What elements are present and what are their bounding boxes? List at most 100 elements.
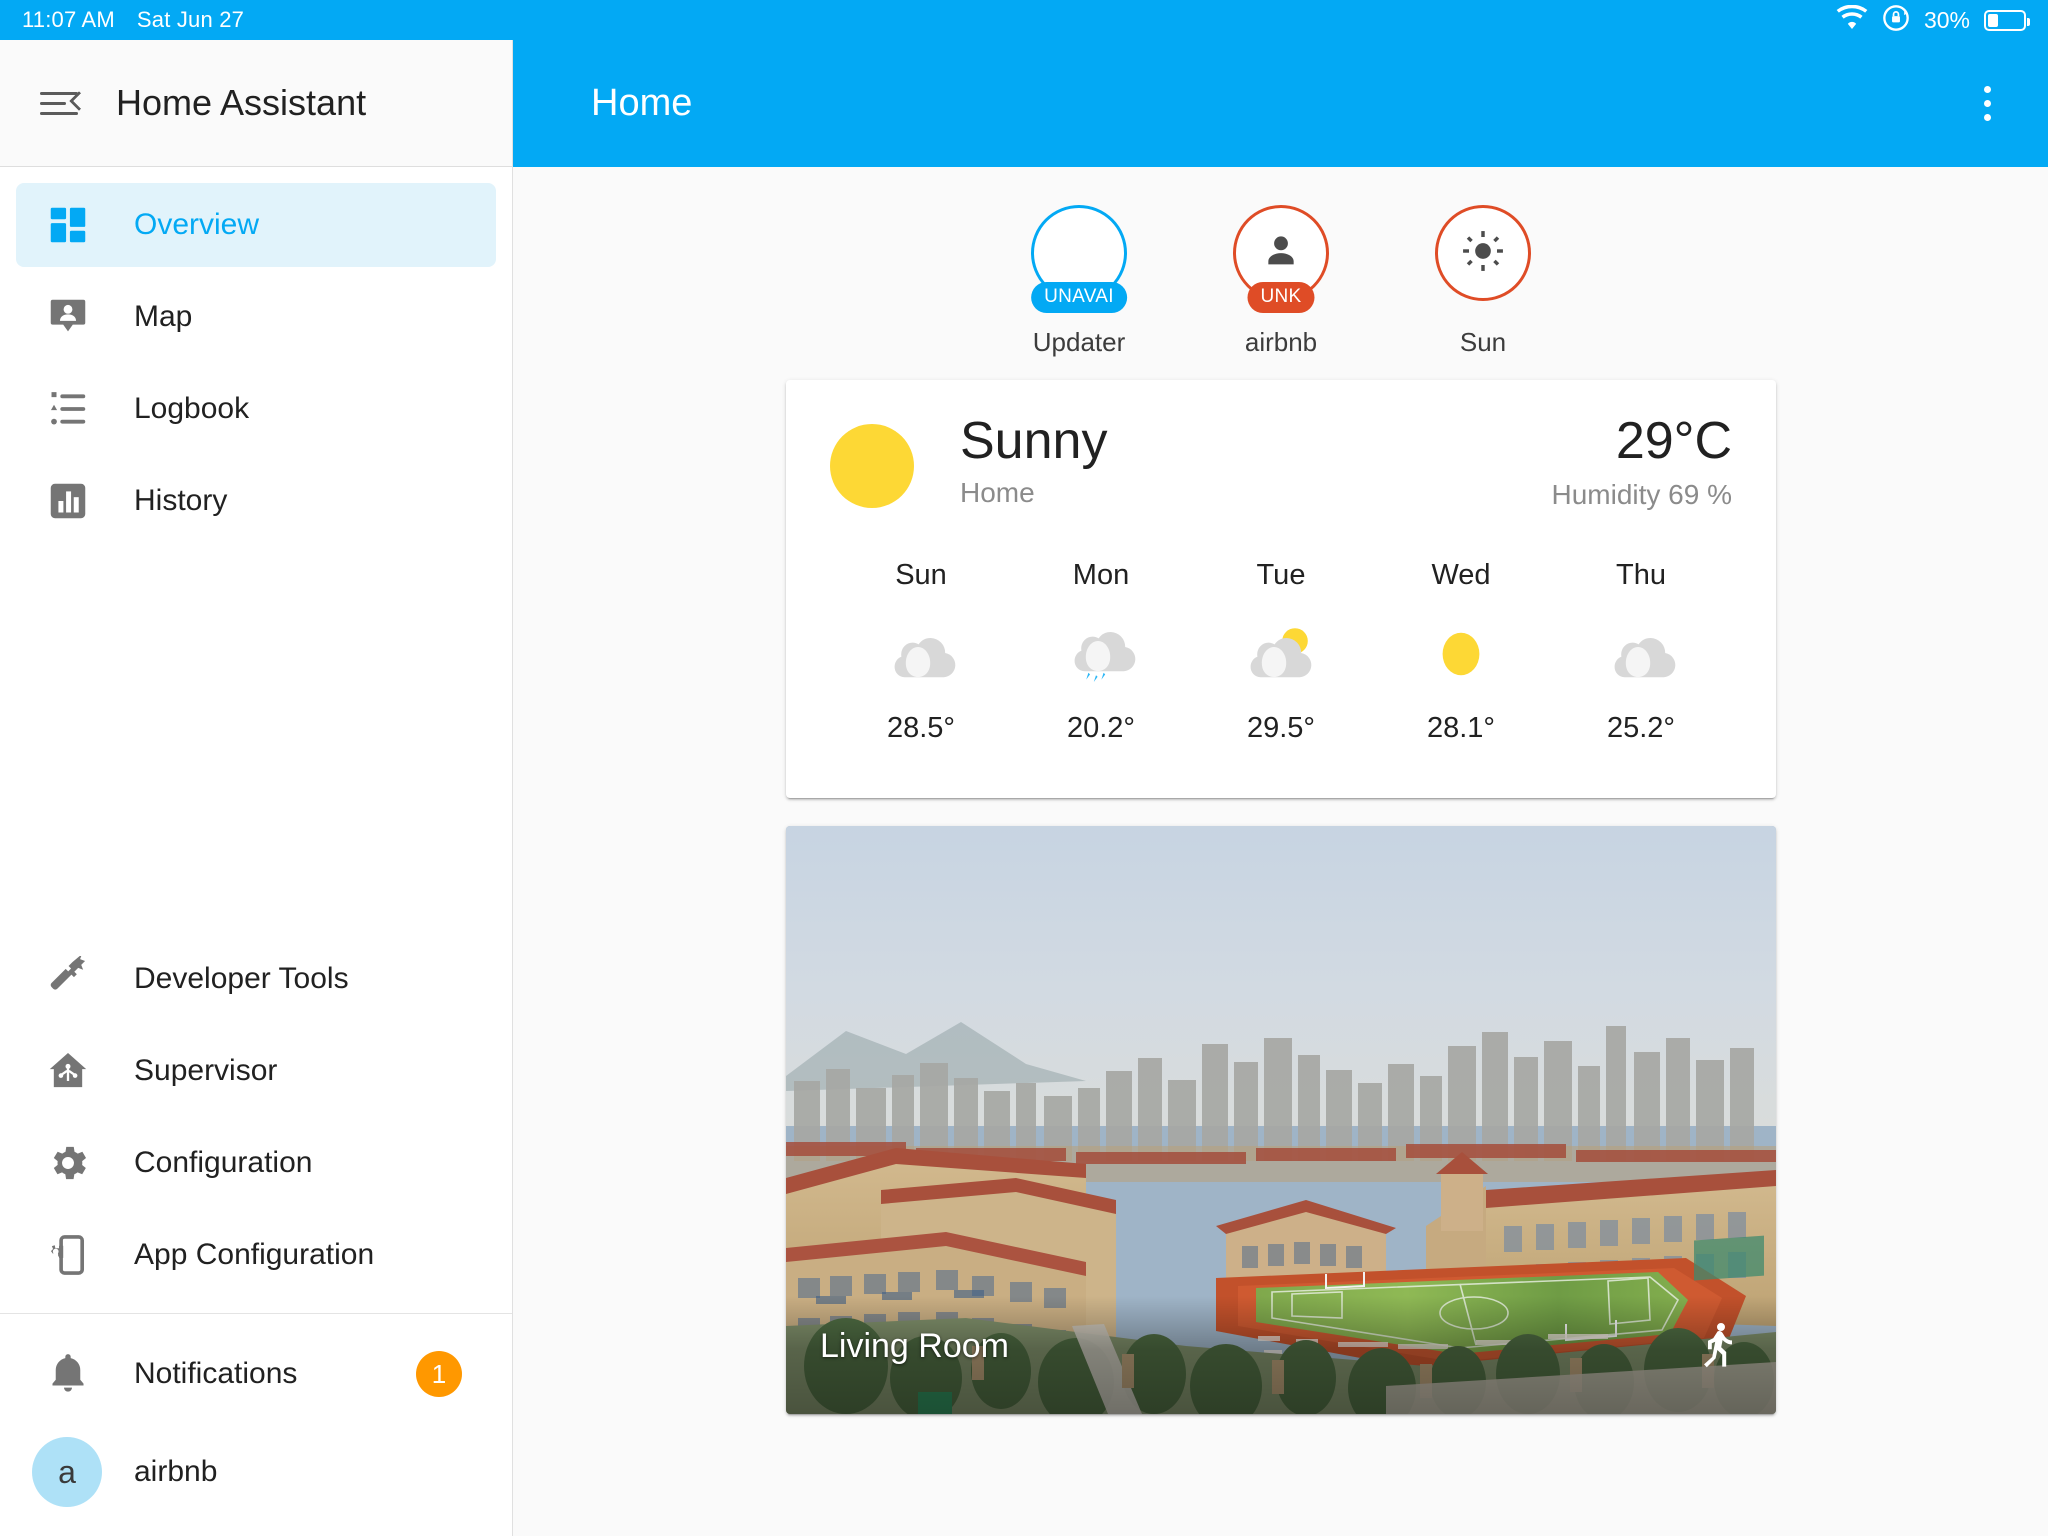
battery-icon: [1984, 9, 2030, 31]
sidebar-item-supervisor[interactable]: Supervisor: [16, 1029, 496, 1113]
sidebar-item-notifications[interactable]: Notifications 1: [16, 1332, 496, 1416]
status-bar-time: 11:07 AM: [22, 7, 115, 32]
weather-partly-cloudy-icon: [1238, 604, 1324, 700]
sidebar-item-logbook[interactable]: Logbook: [16, 367, 496, 451]
sidebar-item-history[interactable]: History: [16, 459, 496, 543]
forecast-day: Tue 29.5°: [1206, 559, 1356, 745]
sidebar-item-label: Logbook: [134, 392, 250, 425]
camera-card-footer: Living Room: [786, 1296, 1776, 1414]
camera-card[interactable]: Living Room: [786, 826, 1776, 1414]
dots-vertical-icon[interactable]: [1964, 81, 2010, 127]
sidebar-item-label: Map: [134, 300, 193, 333]
weather-location: Home: [960, 476, 1035, 508]
status-bar-left: 11:07 AM Sat Jun 27: [22, 7, 244, 33]
weather-sunny-icon: [1418, 604, 1504, 700]
badge-state: UNK: [1247, 282, 1315, 313]
sidebar-item-label: Supervisor: [134, 1054, 278, 1087]
weather-sunny-icon: [1460, 228, 1506, 279]
map-marker-account-icon: [44, 293, 92, 341]
sidebar-item-developer-tools[interactable]: Developer Tools: [16, 937, 496, 1021]
camera-name: Living Room: [820, 1326, 1009, 1365]
page-title: Home: [591, 82, 693, 124]
sidebar-item-label: Overview: [134, 208, 260, 241]
sidebar-item-app-configuration[interactable]: App Configuration: [16, 1213, 496, 1297]
menu-collapse-icon[interactable]: [40, 81, 89, 125]
format-list-bulleted-icon: [44, 385, 92, 433]
forecast-day: Wed 28.1°: [1386, 559, 1536, 745]
forecast-day-name: Thu: [1616, 558, 1666, 591]
sidebar-item-label: Developer Tools: [134, 962, 349, 995]
sidebar-item-user[interactable]: a airbnb: [16, 1424, 496, 1520]
sidebar-secondary-nav: Developer Tools Supervisor Configuration…: [0, 937, 512, 1305]
account-icon: [1258, 228, 1304, 279]
forecast-day: Sun 28.5°: [846, 559, 996, 745]
badge-label: Updater: [1032, 327, 1126, 357]
battery-percent-label: 30%: [1923, 6, 1970, 33]
hammer-icon: [44, 955, 92, 1003]
forecast-temperature: 20.2°: [1066, 711, 1136, 744]
sidebar-item-label: Configuration: [134, 1146, 313, 1179]
sidebar: Home Assistant Overview Map Logbook Hist…: [0, 40, 513, 1536]
badge-circle: UNAVAI: [1031, 205, 1127, 313]
forecast-temperature: 29.5°: [1246, 711, 1316, 744]
sidebar-user-label: airbnb: [134, 1455, 218, 1488]
badge-circle: UNK: [1233, 205, 1329, 313]
rotation-lock-icon: [1882, 4, 1910, 37]
badge-airbnb[interactable]: UNK airbnb: [1206, 205, 1356, 358]
status-bar-date: Sat Jun 27: [136, 7, 245, 32]
bell-icon: [44, 1350, 92, 1398]
chart-box-icon: [44, 477, 92, 525]
wifi-icon: [1836, 4, 1868, 36]
sidebar-item-configuration[interactable]: Configuration: [16, 1121, 496, 1205]
run-icon: [1694, 1320, 1742, 1368]
forecast-day-name: Sun: [895, 558, 947, 591]
forecast-day: Thu 25.2°: [1566, 559, 1716, 745]
weather-current-text: Sunny Home: [960, 414, 1107, 509]
badge-label: airbnb: [1244, 327, 1318, 357]
sidebar-title: Home Assistant: [116, 82, 367, 123]
forecast-temperature: 28.5°: [886, 711, 956, 744]
weather-sunny-icon: [830, 424, 914, 508]
forecast-temperature: 28.1°: [1426, 711, 1496, 744]
avatar: a: [32, 1437, 102, 1507]
sidebar-item-label: History: [134, 484, 228, 517]
weather-humidity: Humidity 69 %: [1551, 478, 1732, 510]
weather-condition: Sunny: [960, 412, 1108, 470]
badge-row: UNAVAI Updater UNK airbnb Sun: [514, 167, 2048, 380]
cellphone-cog-icon: [44, 1231, 92, 1279]
sidebar-item-map[interactable]: Map: [16, 275, 496, 359]
sidebar-primary-nav: Overview Map Logbook History: [0, 167, 512, 551]
status-bar: 11:07 AM Sat Jun 27 30%: [0, 0, 2048, 40]
weather-temperature: 29°C: [1615, 412, 1732, 470]
home-assistant-supervisor-icon: [44, 1047, 92, 1095]
weather-rainy-icon: [1058, 604, 1144, 700]
weather-cloudy-icon: [1598, 604, 1684, 700]
weather-current: Sunny Home 29°C Humidity 69 %: [830, 414, 1732, 511]
badge-sun[interactable]: Sun: [1408, 205, 1558, 358]
weather-forecast-row: Sun 28.5° Mon 20.2° Tue 29.5° Wed 28.1° …: [830, 559, 1732, 745]
forecast-day-name: Mon: [1072, 558, 1130, 591]
view-dashboard-icon: [44, 201, 92, 249]
forecast-day-name: Wed: [1431, 558, 1491, 591]
status-bar-right: 30%: [1836, 4, 2030, 37]
forecast-day: Mon 20.2°: [1026, 559, 1176, 745]
sidebar-toolbar: Home Assistant: [0, 40, 512, 167]
forecast-day-name: Tue: [1256, 558, 1306, 591]
notification-count-badge: 1: [416, 1351, 462, 1397]
badge-updater[interactable]: UNAVAI Updater: [1004, 205, 1154, 358]
weather-cloudy-icon: [878, 604, 964, 700]
badge-circle: [1435, 205, 1531, 301]
weather-card[interactable]: Sunny Home 29°C Humidity 69 % Sun 28.5° …: [786, 380, 1776, 798]
badge-state: UNAVAI: [1031, 282, 1127, 313]
badge-label: Sun: [1459, 327, 1507, 357]
app-header: Home: [513, 40, 2048, 167]
home-assistant-app: 11:07 AM Sat Jun 27 30% Home Assistant O…: [0, 0, 2048, 1536]
sidebar-item-label: App Configuration: [134, 1238, 375, 1271]
sidebar-item-label: Notifications: [134, 1357, 298, 1390]
sidebar-item-overview[interactable]: Overview: [16, 183, 496, 267]
weather-readings: 29°C Humidity 69 %: [1551, 414, 1732, 511]
dashboard-content: UNAVAI Updater UNK airbnb Sun Sunny Home…: [514, 167, 2048, 1536]
sidebar-footer: Notifications 1 a airbnb: [0, 1314, 512, 1536]
forecast-temperature: 25.2°: [1606, 711, 1676, 744]
